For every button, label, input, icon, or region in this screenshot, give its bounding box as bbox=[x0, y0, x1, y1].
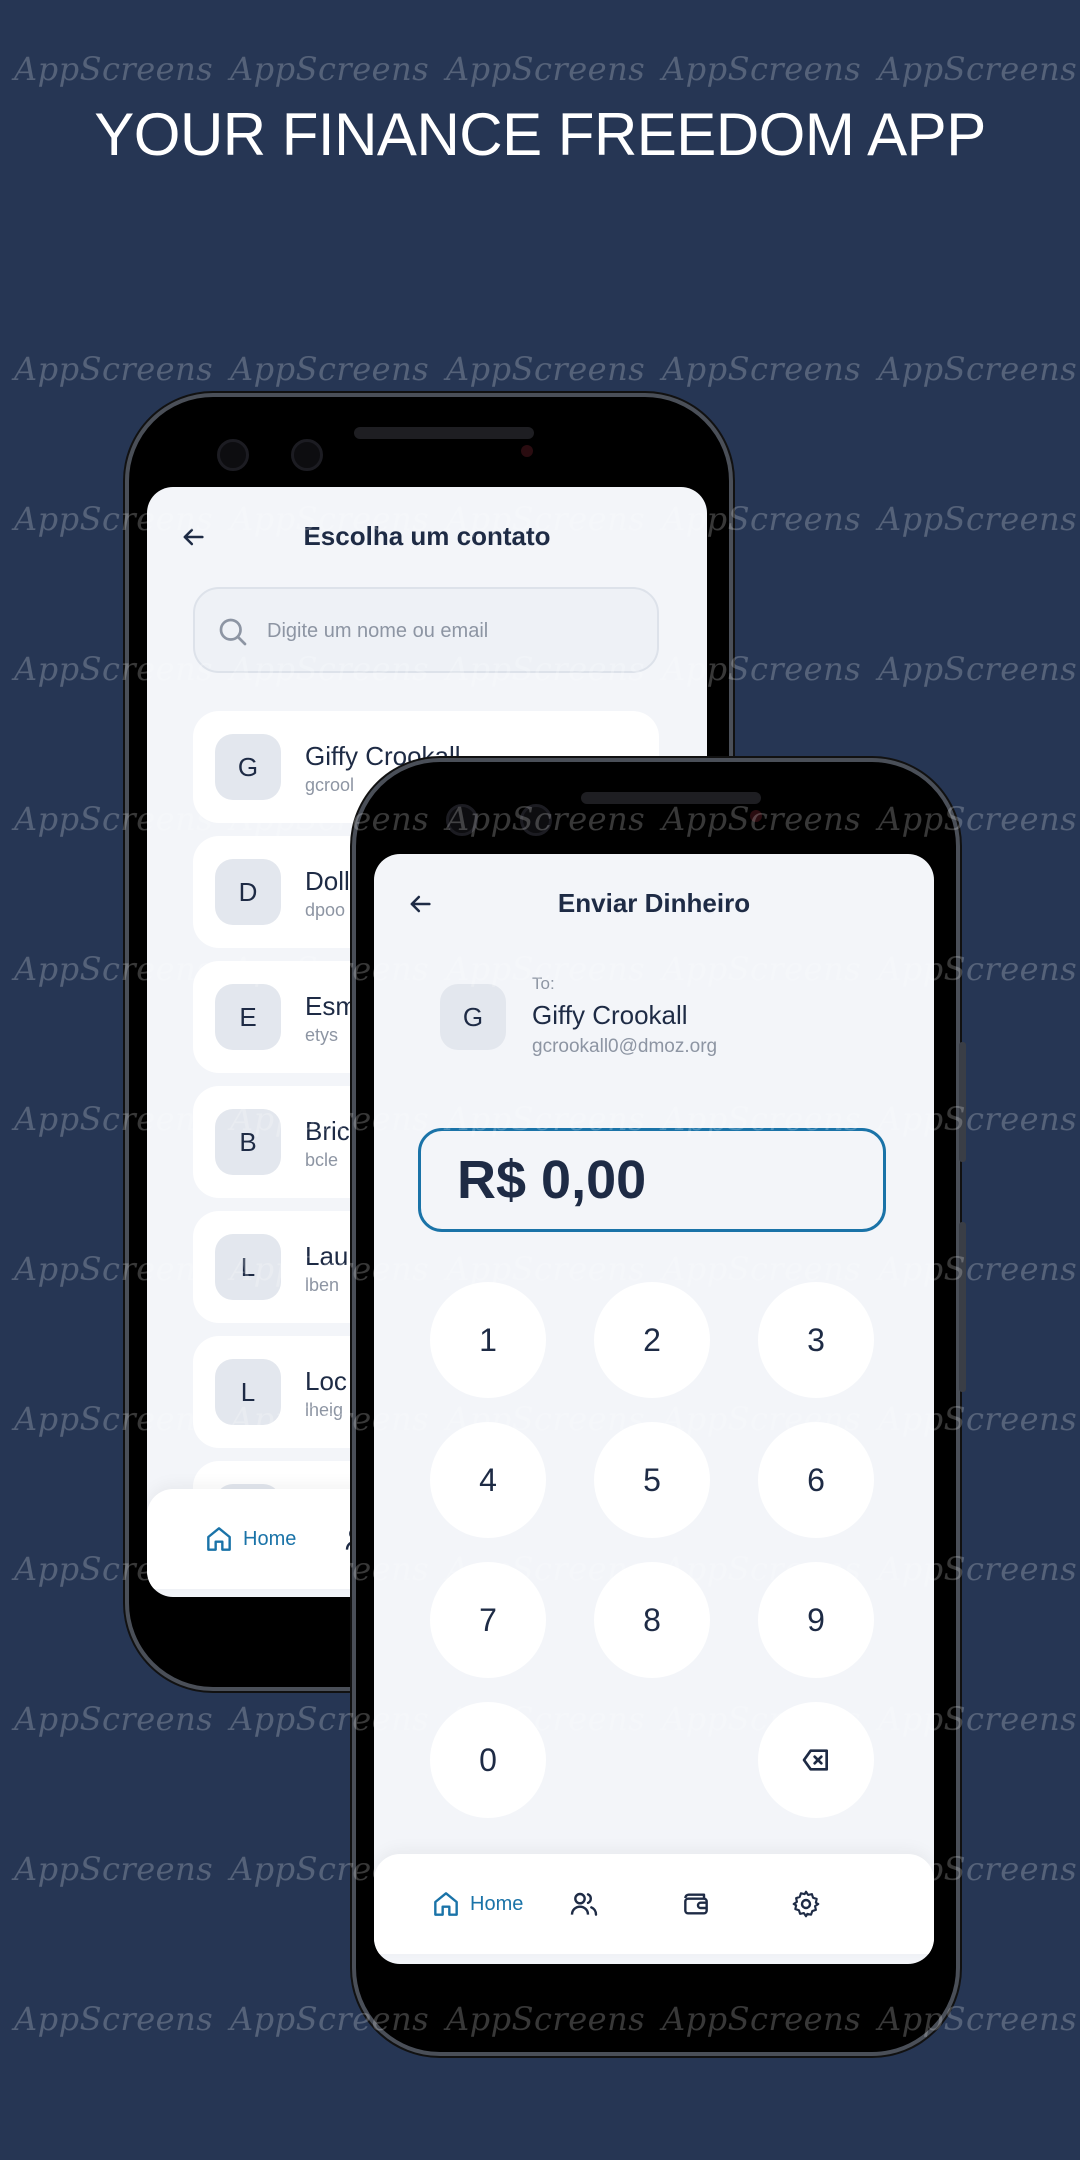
bottom-nav: Home bbox=[374, 1854, 934, 1954]
speaker-grille bbox=[581, 792, 761, 804]
watermark-text: AppScreens bbox=[230, 50, 430, 88]
front-camera bbox=[446, 804, 478, 836]
watermark-text: AppScreens bbox=[14, 50, 214, 88]
watermark-text: AppScreens bbox=[662, 350, 862, 388]
contact-email: bcle bbox=[305, 1150, 339, 1170]
page-title: Enviar Dinheiro bbox=[557, 888, 751, 918]
watermark-text: AppScreens bbox=[878, 500, 1078, 538]
contact-name: Loc bbox=[305, 1366, 347, 1396]
volume-button bbox=[959, 1042, 966, 1162]
keypad-key-9[interactable]: 9 bbox=[758, 1562, 874, 1678]
recipient-email: gcrookall0@dmoz.org bbox=[532, 1036, 718, 1057]
watermark-text: AppScreens bbox=[878, 50, 1078, 88]
to-label: To: bbox=[532, 974, 555, 993]
nav-home-label: Home bbox=[470, 1892, 524, 1915]
watermark-text: AppScreens bbox=[662, 50, 862, 88]
avatar: D bbox=[215, 859, 281, 925]
recipient-name: Giffy Crookall bbox=[532, 1000, 688, 1030]
send-money-screen: Enviar Dinheiro G To: Giffy Crookall gcr… bbox=[374, 854, 934, 1964]
contact-email: gcrool bbox=[305, 775, 355, 795]
nav-home[interactable]: Home bbox=[203, 1489, 296, 1589]
contact-name: Doll bbox=[305, 866, 350, 896]
contact-name: Esm bbox=[305, 991, 357, 1021]
amount-input[interactable]: R$ 0,00 bbox=[418, 1128, 886, 1232]
proximity-sensor bbox=[750, 810, 762, 822]
contacts-topbar: Escolha um contato bbox=[147, 507, 707, 567]
watermark-text: AppScreens bbox=[14, 2000, 214, 2038]
keypad-key-6[interactable]: 6 bbox=[758, 1422, 874, 1538]
watermark-text: AppScreens bbox=[14, 1850, 214, 1888]
proximity-sensor bbox=[521, 445, 533, 457]
watermark-text: AppScreens bbox=[14, 1700, 214, 1738]
contact-name: Bric bbox=[305, 1116, 350, 1146]
keypad-key-3[interactable]: 3 bbox=[758, 1282, 874, 1398]
recipient-avatar: G bbox=[440, 984, 506, 1050]
nav-home[interactable]: Home bbox=[430, 1854, 523, 1954]
amount-value: R$ 0,00 bbox=[457, 1150, 647, 1210]
avatar: L bbox=[215, 1359, 281, 1425]
backspace-button[interactable] bbox=[758, 1702, 874, 1818]
search-box bbox=[193, 587, 659, 673]
keypad-key-0[interactable]: 0 bbox=[430, 1702, 546, 1818]
front-sensor bbox=[291, 439, 323, 471]
keypad-key-4[interactable]: 4 bbox=[430, 1422, 546, 1538]
keypad-key-5[interactable]: 5 bbox=[594, 1422, 710, 1538]
keypad-key-7[interactable]: 7 bbox=[430, 1562, 546, 1678]
watermark-text: AppScreens bbox=[878, 650, 1078, 688]
power-button bbox=[959, 1222, 966, 1392]
send-topbar: Enviar Dinheiro bbox=[374, 874, 934, 934]
home-icon bbox=[207, 1527, 231, 1551]
contact-email: lheig bbox=[305, 1400, 344, 1420]
wallet-icon bbox=[684, 1893, 708, 1915]
nav-contacts[interactable] bbox=[568, 1854, 600, 1954]
front-camera bbox=[217, 439, 249, 471]
nav-wallet[interactable] bbox=[680, 1854, 712, 1954]
page-title: Escolha um contato bbox=[303, 521, 551, 551]
search-icon bbox=[219, 618, 247, 646]
avatar: L bbox=[215, 1234, 281, 1300]
keypad-key-1[interactable]: 1 bbox=[430, 1282, 546, 1398]
contact-email: etys bbox=[305, 1025, 339, 1045]
speaker-grille bbox=[354, 427, 534, 439]
home-icon bbox=[434, 1892, 458, 1916]
watermark-text: AppScreens bbox=[230, 350, 430, 388]
search-input[interactable] bbox=[265, 607, 639, 655]
avatar: E bbox=[215, 984, 281, 1050]
keypad-key-8[interactable]: 8 bbox=[594, 1562, 710, 1678]
watermark-text: AppScreens bbox=[446, 50, 646, 88]
watermark-text: AppScreens bbox=[446, 350, 646, 388]
keypad-key-2[interactable]: 2 bbox=[594, 1282, 710, 1398]
contact-email: lben bbox=[305, 1275, 340, 1295]
contact-email: dpoo bbox=[305, 900, 346, 920]
users-icon bbox=[570, 1892, 598, 1916]
contact-name: Lau bbox=[305, 1241, 349, 1271]
avatar: G bbox=[215, 734, 281, 800]
phone-send-money: Enviar Dinheiro G To: Giffy Crookall gcr… bbox=[352, 758, 966, 2056]
watermark-text: AppScreens bbox=[878, 350, 1078, 388]
nav-settings[interactable] bbox=[790, 1854, 822, 1954]
headline: YOUR FINANCE FREEDOM APP bbox=[94, 101, 986, 168]
watermark-text: AppScreens bbox=[14, 350, 214, 388]
front-sensor bbox=[520, 804, 552, 836]
gear-icon bbox=[792, 1890, 820, 1918]
nav-home-label: Home bbox=[243, 1527, 297, 1550]
backspace-icon bbox=[802, 1749, 828, 1771]
avatar: B bbox=[215, 1109, 281, 1175]
